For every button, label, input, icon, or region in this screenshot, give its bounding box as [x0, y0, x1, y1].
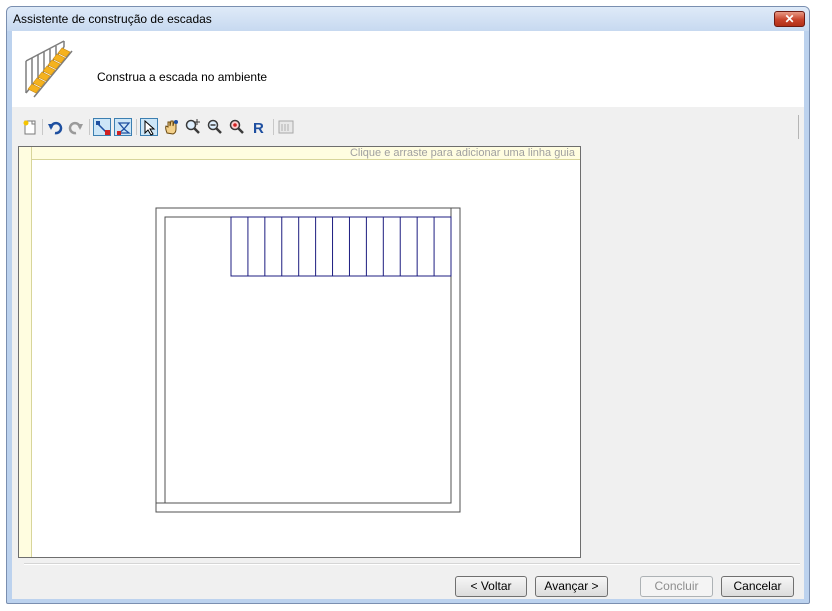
undo-icon[interactable] — [46, 118, 64, 136]
toolbar-separator — [136, 119, 137, 135]
room-outer-wall — [155, 207, 461, 513]
wizard-window: Assistente de construção de escadas ✕ Co… — [6, 6, 810, 604]
staircase[interactable] — [230, 216, 452, 277]
redraw-icon[interactable]: R — [250, 118, 268, 136]
select-pointer-icon[interactable] — [140, 118, 158, 136]
cancel-button[interactable]: Cancelar — [721, 576, 794, 597]
horizontal-ruler[interactable]: Clique e arraste para adicionar uma linh… — [19, 147, 580, 160]
room-inner-wall — [164, 216, 452, 504]
ruler-hint: Clique e arraste para adicionar uma linh… — [349, 147, 575, 159]
zoom-out-icon[interactable] — [206, 118, 224, 136]
floor-plan[interactable] — [19, 147, 580, 557]
wizard-header: Construa a escada no ambiente — [12, 31, 804, 107]
draw-line-icon[interactable] — [93, 118, 111, 136]
close-button[interactable]: ✕ — [774, 11, 805, 27]
pan-hand-icon[interactable] — [162, 118, 180, 136]
drawing-canvas[interactable]: Clique e arraste para adicionar uma linh… — [18, 146, 581, 558]
back-button[interactable]: < Voltar — [455, 576, 527, 597]
new-icon[interactable] — [21, 118, 39, 136]
zoom-in-icon[interactable] — [184, 118, 202, 136]
finish-button[interactable]: Concluir — [640, 576, 713, 597]
window-title: Assistente de construção de escadas — [13, 12, 212, 26]
button-separator — [24, 563, 800, 565]
toolbar-separator — [42, 119, 43, 135]
toolbar-separator — [273, 119, 274, 135]
toolbar-separator — [89, 119, 90, 135]
title-bar[interactable]: Assistente de construção de escadas ✕ — [7, 7, 809, 31]
properties-icon[interactable] — [277, 118, 295, 136]
header-instruction: Construa a escada no ambiente — [97, 70, 268, 84]
svg-text:R: R — [253, 120, 264, 135]
next-button[interactable]: Avançar > — [535, 576, 608, 597]
staircase-icon — [25, 40, 73, 98]
vertical-ruler[interactable] — [19, 147, 32, 557]
staircase-outline — [230, 216, 452, 277]
drawing-toolbar: R — [17, 115, 799, 139]
draw-polygon-icon[interactable] — [114, 118, 132, 136]
zoom-window-icon[interactable] — [228, 118, 246, 136]
redo-icon[interactable] — [67, 118, 85, 136]
wizard-client-area: Construa a escada no ambiente R Clique e… — [12, 31, 804, 599]
